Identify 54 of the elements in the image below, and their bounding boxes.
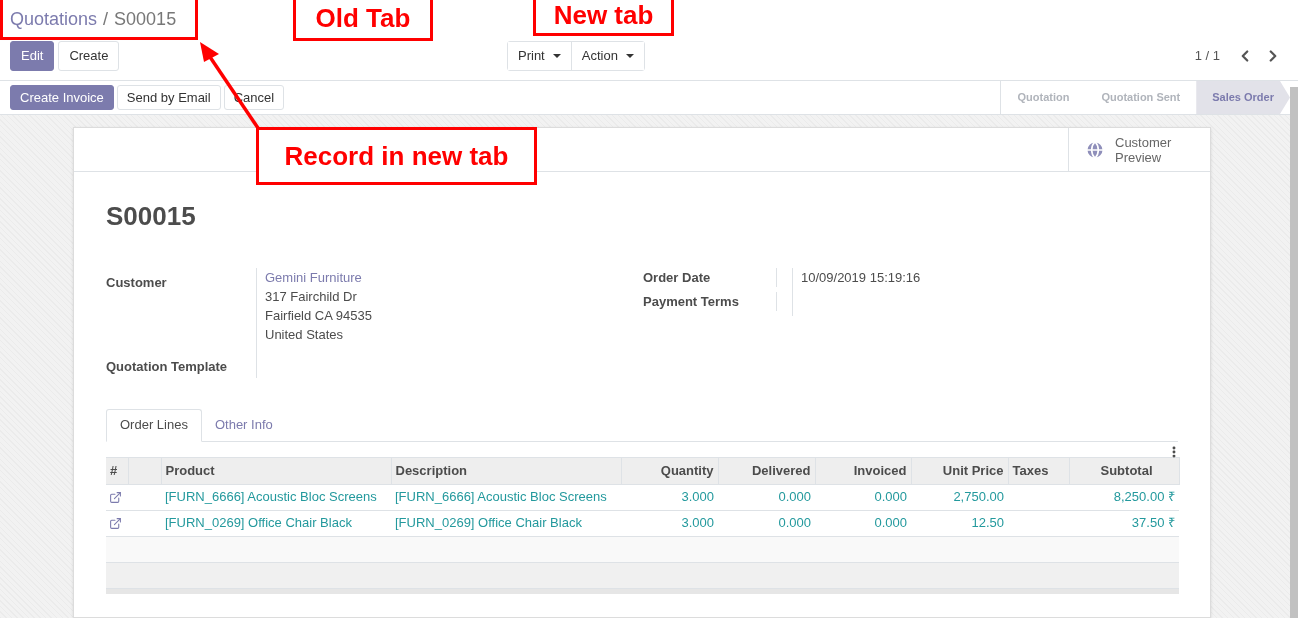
annotation-label: New tab <box>533 0 674 36</box>
annotation-label: Record in new tab <box>256 127 537 185</box>
table-cell: 2,750.00 <box>911 484 1008 510</box>
table-cell: 0.000 <box>718 510 815 536</box>
caret-icon <box>552 54 561 58</box>
open-record-icon[interactable] <box>109 490 122 504</box>
pager-value: 1 / 1 <box>1194 47 1220 66</box>
table-cell: 12.50 <box>911 510 1008 536</box>
header-button[interactable]: Create Invoice <box>10 85 114 110</box>
create-button[interactable]: Create <box>58 41 120 71</box>
address-line: Fairfield CA 94535 <box>265 307 372 325</box>
column-header[interactable]: Quantity <box>621 457 718 484</box>
table-cell: 0.000 <box>718 484 815 510</box>
breadcrumb-link[interactable]: Quotations <box>10 5 98 33</box>
column-header[interactable]: Invoiced <box>815 457 911 484</box>
column-header[interactable]: Unit Price <box>911 457 1008 484</box>
breadcrumb-separator: / <box>103 7 109 31</box>
table-cell: [FURN_6666] Acoustic Bloc Screens <box>391 484 621 510</box>
record-name: S00015 <box>114 7 177 31</box>
record-title: S00015 <box>106 200 197 232</box>
annotation-label: Old Tab <box>293 0 433 41</box>
column-header[interactable]: Subtotal <box>1069 457 1179 484</box>
column-header[interactable]: Taxes <box>1008 457 1069 484</box>
table-cell: 3.000 <box>621 484 718 510</box>
column-header[interactable]: Delivered <box>718 457 815 484</box>
field-label: Payment Terms <box>643 292 777 311</box>
notebook-tab[interactable]: Order Lines <box>106 408 202 442</box>
scrollbar[interactable] <box>1290 87 1298 618</box>
globe-icon <box>1085 139 1105 160</box>
customer-preview-button[interactable]: Customer Preview <box>1068 128 1210 171</box>
caret-icon <box>625 54 634 58</box>
column-header[interactable]: Description <box>391 457 621 484</box>
customer-link[interactable]: Gemini Furniture <box>265 268 372 287</box>
edit-button[interactable]: Edit <box>10 41 55 71</box>
table-cell: 3.000 <box>621 510 718 536</box>
address-line: 317 Fairchild Dr <box>265 288 358 306</box>
table-cell: [FURN_6666] Acoustic Bloc Screens <box>161 484 391 510</box>
table-cell: [FURN_0269] Office Chair Black <box>161 510 391 536</box>
table-cell: 37.50 ₹ <box>1069 510 1179 536</box>
address-line: United States <box>265 326 345 344</box>
table-cell: 0.000 <box>815 510 911 536</box>
field-value: 10/09/2019 15:19:16 <box>792 268 1092 292</box>
header-button[interactable]: Send by Email <box>116 85 221 110</box>
table-cell: 8,250.00 ₹ <box>1069 484 1179 510</box>
open-record-icon[interactable] <box>109 516 122 530</box>
notebook-tab[interactable]: Other Info <box>201 408 286 442</box>
table-cell: [FURN_0269] Office Chair Black <box>391 510 621 536</box>
dropdown-button[interactable]: Action <box>570 42 644 70</box>
field-label: Customer <box>106 274 168 292</box>
field-label: Order Date <box>643 268 777 287</box>
table-cell: 0.000 <box>815 484 911 510</box>
field-label: Quotation Template <box>106 358 229 376</box>
column-header[interactable]: Product <box>161 457 391 484</box>
column-header[interactable]: # <box>106 457 128 484</box>
